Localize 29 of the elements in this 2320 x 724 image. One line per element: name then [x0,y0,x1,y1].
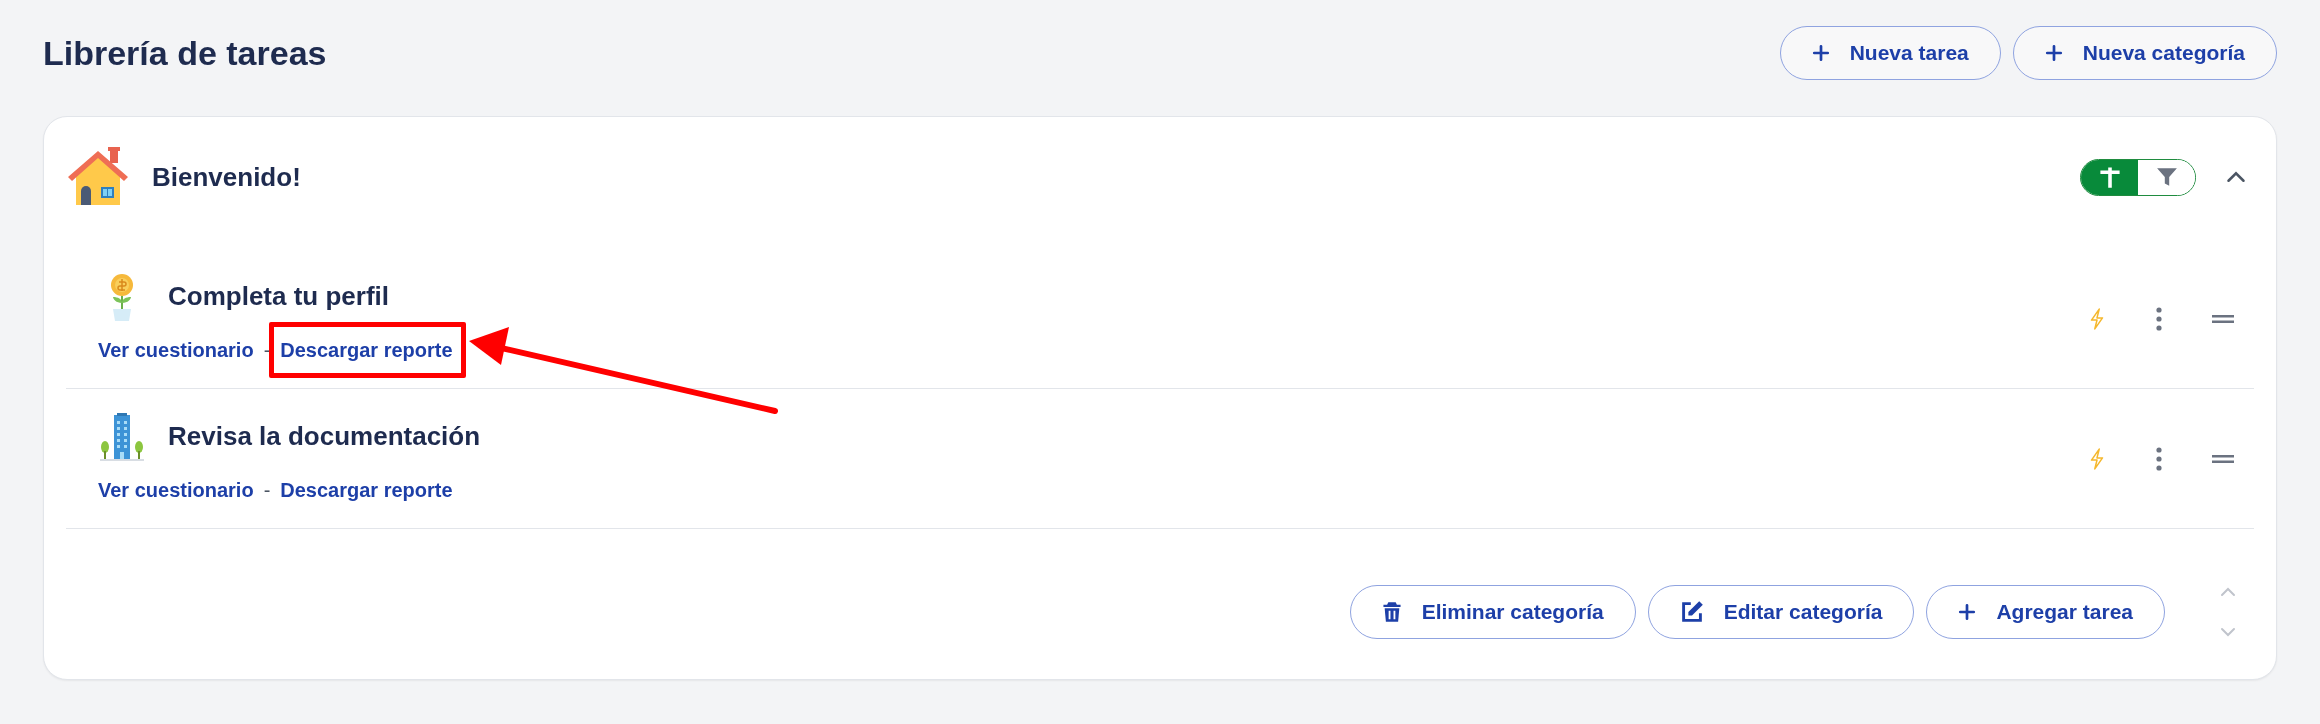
collapse-chevron-icon[interactable] [2226,170,2246,184]
footer-button[interactable]: Agregar tarea [1926,585,2165,639]
footer-button[interactable]: Eliminar categoría [1349,585,1636,639]
task-title: Completa tu perfil [168,280,389,313]
header-button[interactable]: Nueva categoría [2012,26,2277,80]
filter-icon [2155,166,2178,188]
task-link[interactable]: Descargar reporte [280,474,453,505]
task-link[interactable]: Ver cuestionario [98,474,254,505]
building-icon [98,412,146,461]
plus-icon [2044,44,2063,62]
link-separator: - [263,477,271,503]
category-title: Bienvenido! [152,160,301,194]
drag-handle-icon[interactable] [2212,314,2234,323]
trash-icon [1381,601,1402,623]
more-options-icon[interactable] [2156,446,2162,471]
more-options-icon[interactable] [2156,306,2162,331]
task-link[interactable]: Descargar reporte [280,334,453,365]
footer-button[interactable]: Editar categoría [1647,585,1915,639]
task-link[interactable]: Ver cuestionario [98,334,254,365]
edit-icon [1679,600,1704,624]
task-title: Revisa la documentación [168,420,481,453]
plus-icon [2097,165,2122,189]
house-icon [66,147,130,207]
toggle-segment[interactable] [2081,159,2138,195]
header-button[interactable]: Nueva tarea [1779,26,2001,80]
drag-handle-icon[interactable] [2212,454,2234,463]
plus-icon [1811,44,1830,62]
plus-icon [1958,603,1977,621]
page-title: Librería de tareas [43,32,327,74]
